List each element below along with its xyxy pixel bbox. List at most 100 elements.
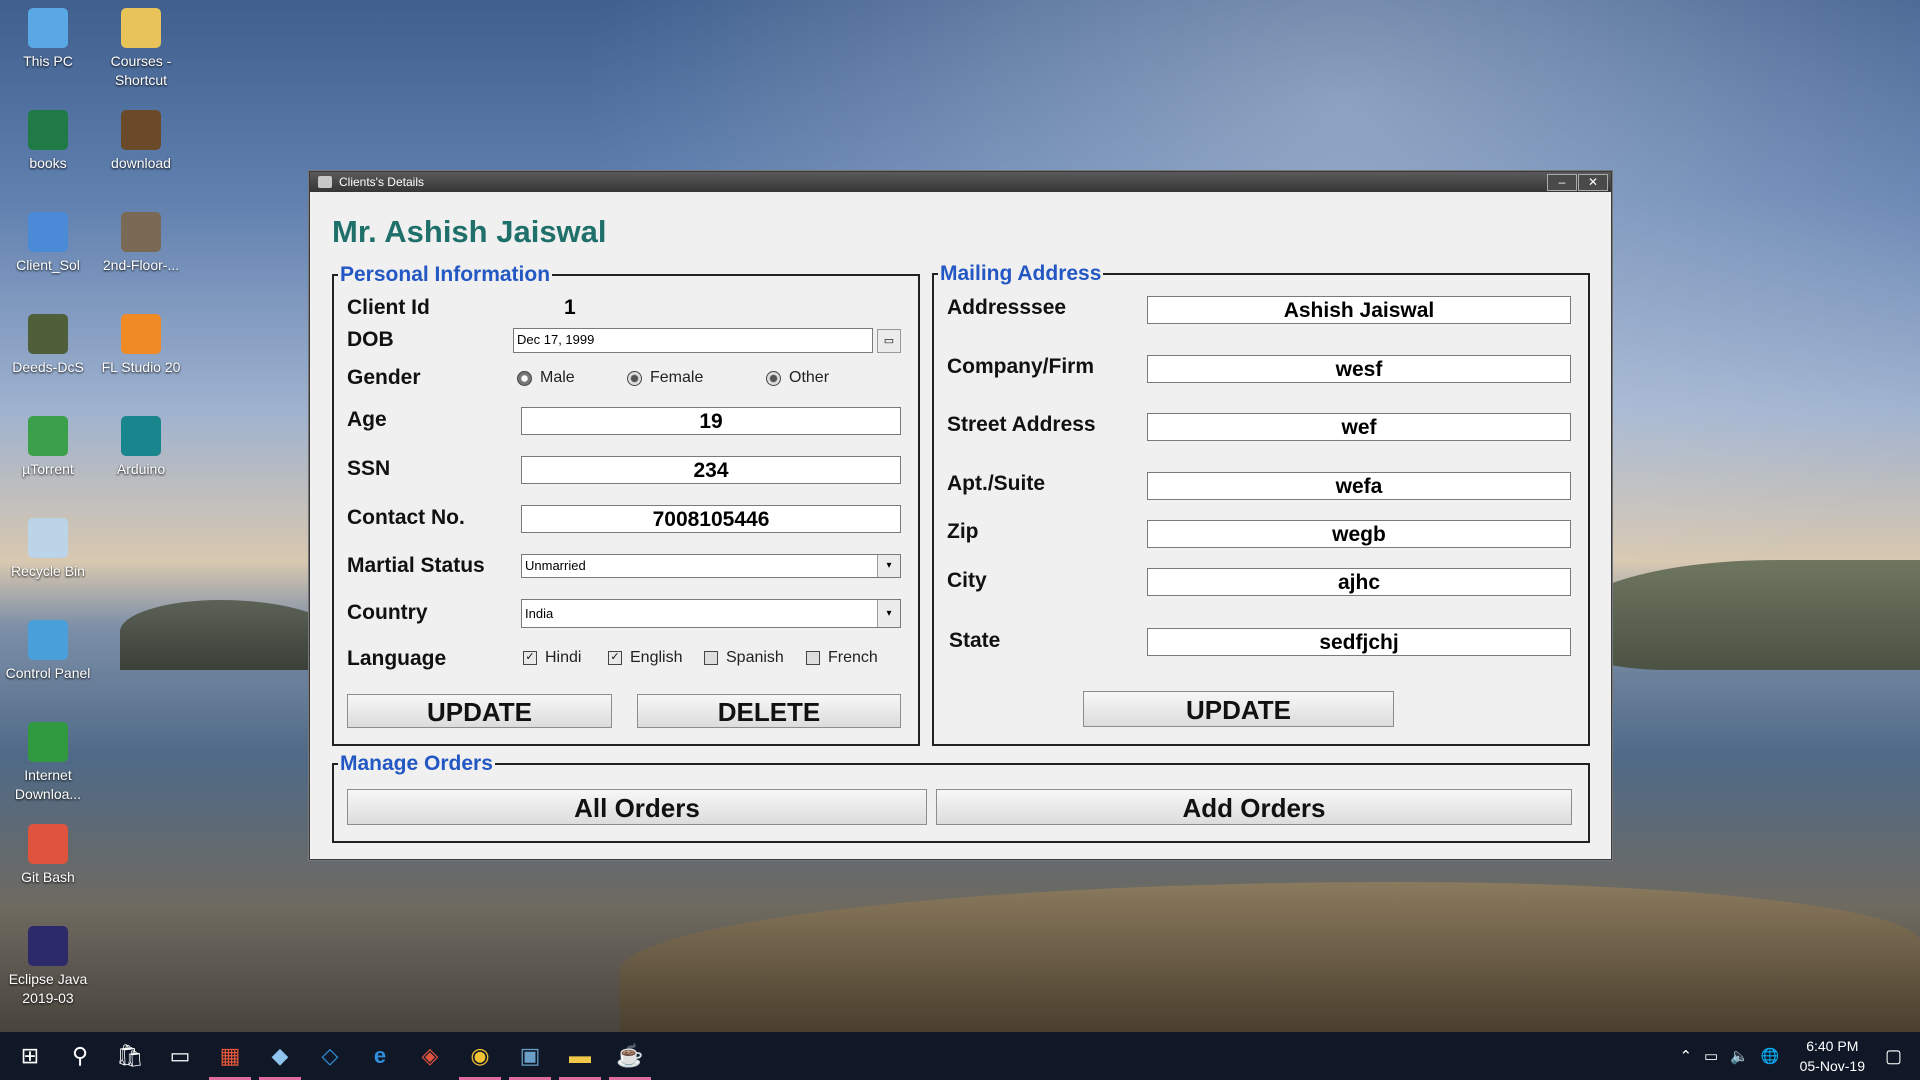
addressee-input[interactable]: Ashish Jaiswal (1147, 296, 1571, 324)
language-checkbox-french[interactable]: French (806, 649, 878, 667)
desktop-icon-label: books (29, 155, 67, 171)
notification-center-icon[interactable]: ▢ (1885, 1046, 1902, 1067)
dob-field[interactable]: Dec 17, 1999 (513, 328, 873, 353)
show-hidden-icons-chevron-icon[interactable]: ⌃ (1679, 1047, 1692, 1065)
chevron-down-icon[interactable]: ▾ (877, 600, 900, 627)
volume-icon[interactable]: 🔈 (1730, 1047, 1749, 1065)
taskbar-cube-app[interactable]: ◆ (255, 1032, 305, 1080)
city-label: City (947, 569, 987, 592)
desktop-icon-label: Internet Downloa... (14, 767, 82, 802)
desktop-icon-control-panel[interactable]: Control Panel (2, 620, 94, 683)
clock-date: 05-Nov-19 (1799, 1058, 1865, 1074)
excel-file-icon (28, 110, 68, 150)
computer-icon (28, 8, 68, 48)
close-button[interactable]: ✕ (1578, 174, 1608, 191)
desktop-icon-label: Git Bash (21, 869, 75, 885)
mailing-update-button[interactable]: UPDATE (1083, 691, 1394, 727)
desktop-icon-client-sol[interactable]: Client_Sol (2, 212, 94, 275)
chevron-down-icon[interactable]: ▾ (877, 555, 900, 577)
zip-input[interactable]: wegb (1147, 520, 1571, 548)
start-button[interactable]: ⊞ (5, 1032, 55, 1080)
taskbar: ⊞ ⚲ 🛍 ▭ ▦ ◆ ◇ e ◈ ◉ ▣ ▬ ☕ ⌃ ▭ 🔈 🌐 6:40 P… (0, 1032, 1920, 1080)
taskbar-search-button[interactable]: ⚲ (55, 1032, 105, 1080)
desktop-icon-recycle-bin[interactable]: Recycle Bin (2, 518, 94, 581)
desktop-icon-deeds-dcs[interactable]: Deeds-DcS (2, 314, 94, 377)
language-option-label: French (828, 649, 878, 666)
network-globe-icon[interactable]: 🌐 (1761, 1047, 1780, 1065)
company-input[interactable]: wesf (1147, 355, 1571, 383)
desktop-icon-arduino[interactable]: Arduino (95, 416, 187, 479)
street-address-input[interactable]: wef (1147, 413, 1571, 441)
desktop-icon-label: download (111, 155, 171, 171)
circuit-app-icon (28, 314, 68, 354)
desktop-icon-books[interactable]: books (2, 110, 94, 173)
desktop-icon-download[interactable]: download (95, 110, 187, 173)
desktop-icon-fl-studio[interactable]: FL Studio 20 (95, 314, 187, 377)
apt-suite-input[interactable]: wefa (1147, 472, 1571, 500)
state-input[interactable]: sedfjchj (1147, 628, 1571, 656)
battery-icon[interactable]: ▭ (1704, 1047, 1718, 1065)
folder-shortcut-icon (121, 8, 161, 48)
desktop-icon-label: This PC (23, 53, 73, 69)
desktop-icon-utorrent[interactable]: µTorrent (2, 416, 94, 479)
title-bar[interactable]: Clients's Details – ✕ (310, 172, 1611, 192)
taskbar-file-explorer[interactable]: ▬ (555, 1032, 605, 1080)
gender-radio-male[interactable]: Male (517, 369, 575, 387)
desktop-icon-courses[interactable]: Courses - Shortcut (95, 8, 187, 90)
desktop-icon-this-pc[interactable]: This PC (2, 8, 94, 71)
desktop-icon-label: Arduino (116, 461, 166, 477)
image-file-icon (121, 212, 161, 252)
desktop-icon-label: Control Panel (5, 665, 91, 681)
desktop-icon-2nd-floor[interactable]: 2nd-Floor-... (95, 212, 187, 275)
zip-label: Zip (947, 520, 979, 543)
checkbox-checked-icon: ✓ (608, 651, 622, 665)
radio-selected-icon (517, 370, 532, 386)
utorrent-icon (28, 416, 68, 456)
calendar-icon[interactable]: ▭ (877, 329, 901, 353)
personal-information-group: Personal Information Client Id 1 DOB Dec… (332, 263, 920, 746)
personal-update-button[interactable]: UPDATE (347, 694, 612, 728)
radio-unselected-icon (627, 370, 642, 386)
gender-radio-female[interactable]: Female (627, 369, 703, 387)
marital-status-select[interactable]: Unmarried ▾ (521, 554, 901, 578)
all-orders-button[interactable]: All Orders (347, 789, 927, 825)
edge-icon: e (373, 1043, 387, 1068)
taskbar-edge[interactable]: e (355, 1032, 405, 1080)
taskbar-terminal[interactable]: ▭ (155, 1032, 205, 1080)
language-option-label: Hindi (545, 649, 582, 666)
radio-unselected-icon (766, 370, 781, 386)
java-app-icon (318, 176, 332, 188)
age-input[interactable]: 19 (521, 407, 901, 435)
taskbar-mysql[interactable]: ▣ (505, 1032, 555, 1080)
control-panel-icon (28, 620, 68, 660)
taskbar-chrome[interactable]: ◉ (455, 1032, 505, 1080)
desktop-icon-label: µTorrent (22, 461, 74, 477)
language-checkbox-hindi[interactable]: ✓ Hindi (523, 649, 581, 667)
taskbar-java[interactable]: ☕ (605, 1032, 655, 1080)
contact-input[interactable]: 7008105446 (521, 505, 901, 533)
language-option-label: Spanish (726, 649, 784, 666)
language-checkbox-spanish[interactable]: Spanish (704, 649, 784, 667)
country-select[interactable]: India ▾ (521, 599, 901, 628)
taskbar-git[interactable]: ◈ (405, 1032, 455, 1080)
java-icon: ☕ (616, 1043, 644, 1068)
ssn-input[interactable]: 234 (521, 456, 901, 484)
desktop-icon-eclipse[interactable]: Eclipse Java 2019-03 (2, 926, 94, 1008)
desktop-icon-internet-download[interactable]: Internet Downloa... (2, 722, 94, 804)
taskbar-app-grid[interactable]: ▦ (205, 1032, 255, 1080)
desktop-icon-git-bash[interactable]: Git Bash (2, 824, 94, 887)
city-input[interactable]: ajhc (1147, 568, 1571, 596)
taskbar-vscode[interactable]: ◇ (305, 1032, 355, 1080)
add-orders-button[interactable]: Add Orders (936, 789, 1572, 825)
delete-button[interactable]: DELETE (637, 694, 901, 728)
mailing-address-legend: Mailing Address (938, 262, 1104, 286)
desktop-icon-label: Client_Sol (16, 257, 80, 273)
taskbar-store[interactable]: 🛍 (105, 1032, 155, 1080)
country-label: Country (347, 601, 428, 624)
language-checkbox-english[interactable]: ✓ English (608, 649, 682, 667)
window-title: Clients's Details (339, 175, 424, 189)
minimize-button[interactable]: – (1547, 174, 1577, 191)
desktop-icon-label: FL Studio 20 (101, 359, 181, 375)
gender-radio-other[interactable]: Other (766, 369, 829, 387)
clock[interactable]: 6:40 PM 05-Nov-19 (1800, 1036, 1865, 1076)
